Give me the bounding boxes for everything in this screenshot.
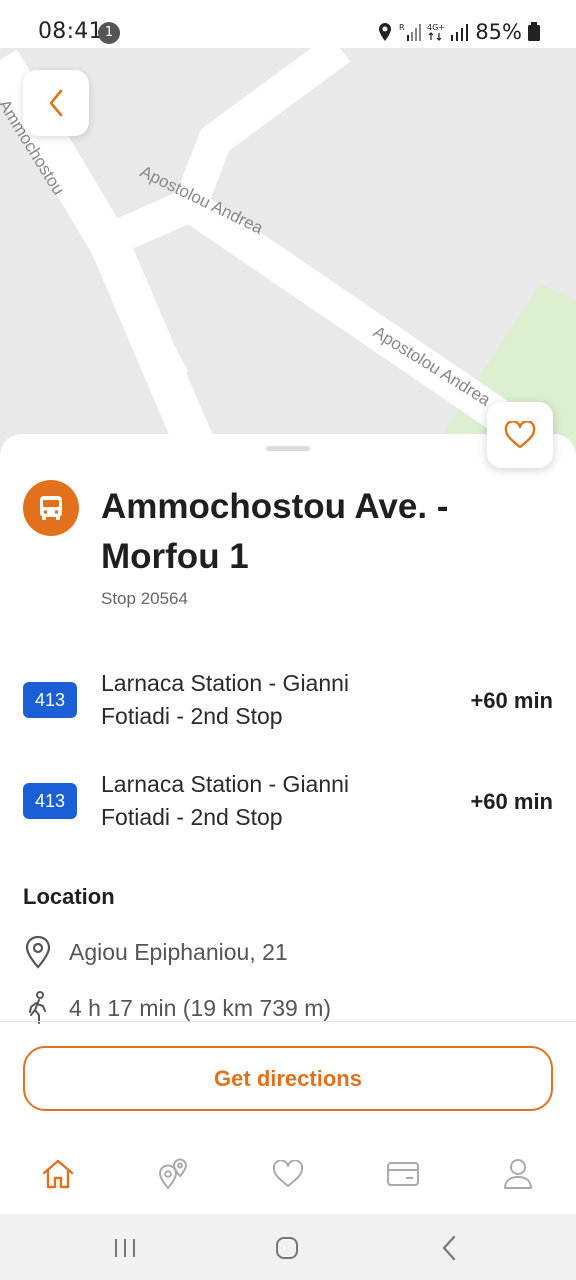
bus-icon xyxy=(40,496,62,520)
location-heading: Location xyxy=(23,884,115,909)
signal-bars-icon xyxy=(451,24,469,41)
status-indicators: R 4G+ 85% xyxy=(377,18,540,46)
back-arrow-icon xyxy=(442,1235,456,1261)
svg-text:4G+: 4G+ xyxy=(427,23,445,32)
battery-percent: 85% xyxy=(475,20,522,44)
chevron-left-icon xyxy=(49,89,63,117)
walk-row: 4 h 17 min (19 km 739 m) xyxy=(23,991,331,1025)
bus-stop-icon-circle xyxy=(23,480,79,536)
address-text: Agiou Epiphaniou, 21 xyxy=(69,938,288,965)
home-circle-icon xyxy=(276,1237,298,1259)
heart-icon xyxy=(272,1160,304,1187)
4g-icon: 4G+ xyxy=(427,23,445,41)
nav-favorites[interactable] xyxy=(268,1154,308,1194)
back-button[interactable] xyxy=(23,70,89,136)
notification-badge: 1 xyxy=(98,22,120,44)
status-time: 08:41 xyxy=(38,19,103,44)
get-directions-button[interactable]: Get directions xyxy=(23,1046,553,1111)
card-icon xyxy=(387,1162,419,1186)
svg-text:R: R xyxy=(399,23,405,32)
route-row[interactable]: 413 Larnaca Station - Gianni Fotiadi - 2… xyxy=(0,767,576,857)
nav-profile[interactable] xyxy=(498,1154,538,1194)
home-system-button[interactable] xyxy=(272,1233,302,1263)
location-icon xyxy=(379,23,392,41)
map-pins-icon xyxy=(158,1158,188,1190)
stop-code: Stop 20564 xyxy=(101,589,188,608)
route-number-badge: 413 xyxy=(23,783,77,819)
route-destination: Larnaca Station - Gianni Fotiadi - 2nd S… xyxy=(101,771,350,830)
heart-icon xyxy=(504,421,536,449)
battery-icon xyxy=(528,22,540,41)
favorite-button[interactable] xyxy=(487,402,553,468)
system-navigation-bar xyxy=(0,1214,576,1280)
recent-apps-button[interactable] xyxy=(110,1233,140,1263)
stop-title: Ammochostou Ave. - Morfou 1 xyxy=(101,487,449,576)
walk-duration-text: 4 h 17 min (19 km 739 m) xyxy=(69,994,332,1021)
user-icon xyxy=(504,1159,532,1189)
nav-tickets[interactable] xyxy=(383,1154,423,1194)
map-pin-icon xyxy=(25,935,51,969)
nav-nearby[interactable] xyxy=(153,1154,193,1194)
route-eta: +60 min xyxy=(470,688,553,713)
bottom-navigation xyxy=(0,1140,576,1210)
home-icon xyxy=(42,1159,74,1189)
divider xyxy=(0,1021,576,1022)
status-bar: 08:41 1 R 4G+ 85% xyxy=(0,0,576,48)
address-row: Agiou Epiphaniou, 21 xyxy=(23,935,288,969)
nav-home[interactable] xyxy=(38,1154,78,1194)
route-number-badge: 413 xyxy=(23,682,77,718)
route-eta: +60 min xyxy=(470,789,553,814)
signal-icon: R xyxy=(399,23,422,41)
walking-icon xyxy=(29,991,46,1024)
system-back-button[interactable] xyxy=(434,1233,464,1263)
recent-apps-icon xyxy=(115,1239,135,1257)
drag-handle[interactable] xyxy=(266,446,310,451)
route-destination: Larnaca Station - Gianni Fotiadi - 2nd S… xyxy=(101,670,350,729)
route-row[interactable]: 413 Larnaca Station - Gianni Fotiadi - 2… xyxy=(0,666,576,756)
